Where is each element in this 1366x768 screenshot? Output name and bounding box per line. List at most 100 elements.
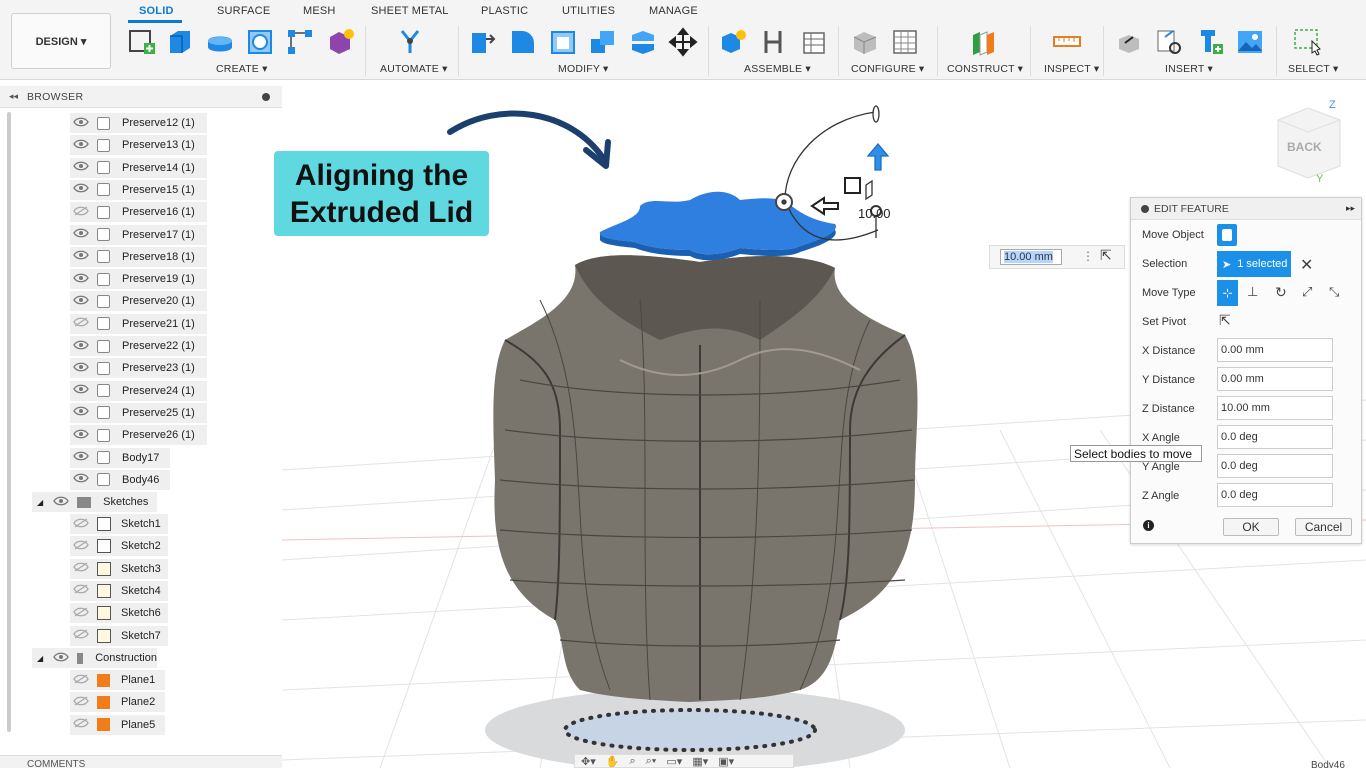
- tab-solid[interactable]: SOLID: [139, 5, 174, 17]
- visibility-eye-icon[interactable]: [73, 273, 97, 286]
- insert-mcmaster-icon[interactable]: [1195, 27, 1225, 57]
- visibility-eye-icon[interactable]: [53, 652, 77, 665]
- more-options-icon[interactable]: ⋮: [1082, 249, 1094, 263]
- collapse-browser-icon[interactable]: ◂◂: [9, 91, 18, 102]
- visibility-hidden-icon[interactable]: [73, 517, 97, 531]
- tab-surface[interactable]: SURFACE: [217, 5, 270, 17]
- vase-body[interactable]: [493, 255, 918, 702]
- browser-sketch-item[interactable]: Sketch6: [70, 603, 168, 624]
- translate-icon[interactable]: ⊥: [1247, 284, 1258, 300]
- browser-folder-construction[interactable]: ◢ Construction: [32, 648, 157, 668]
- modify-menu[interactable]: MODIFY ▾: [558, 63, 608, 75]
- visibility-eye-icon[interactable]: [73, 250, 97, 263]
- browser-body-item[interactable]: Preserve26 (1): [70, 425, 207, 446]
- offset-plane-icon[interactable]: [968, 27, 998, 57]
- view-cube[interactable]: BACK Z Y: [1277, 99, 1341, 185]
- visibility-hidden-icon[interactable]: [73, 206, 97, 219]
- point-to-point-icon[interactable]: ⤢: [1302, 284, 1312, 300]
- field-input[interactable]: 0.0 deg: [1217, 483, 1333, 507]
- clear-selection-icon[interactable]: ✕: [1300, 255, 1313, 275]
- browser-pin-icon[interactable]: [262, 92, 270, 101]
- browser-body-item[interactable]: Preserve14 (1): [70, 157, 207, 178]
- fillet-icon[interactable]: [508, 27, 538, 57]
- extrude-icon[interactable]: [165, 27, 195, 57]
- combine-icon[interactable]: [588, 27, 618, 57]
- browser-plane-item[interactable]: Plane2: [70, 692, 165, 713]
- measure-icon[interactable]: [1052, 27, 1082, 57]
- expand-panel-icon[interactable]: ▸▸: [1346, 203, 1355, 214]
- visibility-hidden-icon[interactable]: [73, 584, 97, 597]
- create-menu[interactable]: CREATE ▾: [216, 63, 268, 75]
- visibility-hidden-icon[interactable]: [73, 673, 97, 687]
- visibility-hidden-icon[interactable]: [73, 718, 97, 731]
- expand-triangle-icon[interactable]: ◢: [37, 654, 43, 663]
- move-copy-icon[interactable]: [668, 27, 698, 57]
- shell-icon[interactable]: [548, 27, 578, 57]
- joint-icon[interactable]: [758, 27, 788, 57]
- browser-folder-sketches[interactable]: ◢ Sketches: [32, 492, 157, 512]
- tab-plastic[interactable]: PLASTIC: [481, 5, 528, 17]
- insert-link-icon[interactable]: [1155, 27, 1185, 57]
- revolve-icon[interactable]: [205, 27, 235, 57]
- visibility-hidden-icon[interactable]: [73, 317, 97, 330]
- visibility-hidden-icon[interactable]: [73, 540, 97, 553]
- rectangular-pattern-icon[interactable]: [285, 27, 315, 57]
- viewports-icon[interactable]: ▣▾: [718, 755, 734, 768]
- visibility-eye-icon[interactable]: [73, 451, 97, 464]
- press-pull-icon[interactable]: [468, 27, 498, 57]
- browser-sketch-item[interactable]: Sketch2: [70, 536, 168, 557]
- field-input[interactable]: 0.0 deg: [1217, 425, 1333, 449]
- tables-icon[interactable]: [798, 27, 828, 57]
- tab-utilities[interactable]: UTILITIES: [562, 5, 615, 17]
- visibility-eye-icon[interactable]: [73, 295, 97, 308]
- browser-body-item[interactable]: Preserve12 (1): [70, 113, 207, 133]
- fit-icon[interactable]: ⌕▾: [646, 755, 657, 768]
- select-menu[interactable]: SELECT ▾: [1288, 63, 1338, 75]
- split-body-icon[interactable]: [628, 27, 658, 57]
- inspect-menu[interactable]: INSPECT ▾: [1044, 63, 1099, 75]
- visibility-eye-icon[interactable]: [53, 496, 77, 509]
- pivot-icon[interactable]: ⇱: [1100, 247, 1112, 264]
- comments-panel[interactable]: COMMENTS: [0, 755, 282, 768]
- new-component-icon[interactable]: [718, 27, 748, 57]
- visibility-eye-icon[interactable]: [73, 183, 97, 196]
- browser-body-item[interactable]: Preserve25 (1): [70, 402, 207, 423]
- browser-sketch-item[interactable]: Sketch1: [70, 514, 168, 534]
- insert-menu[interactable]: INSERT ▾: [1165, 63, 1213, 75]
- configure-menu[interactable]: CONFIGURE ▾: [851, 63, 924, 75]
- visibility-eye-icon[interactable]: [73, 406, 97, 419]
- browser-scrollbar[interactable]: [7, 112, 11, 732]
- browser-plane-item[interactable]: Plane5: [70, 714, 165, 735]
- browser-body-item[interactable]: Preserve13 (1): [70, 135, 207, 156]
- move-object-body-button[interactable]: [1217, 224, 1237, 246]
- visibility-hidden-icon[interactable]: [73, 696, 97, 709]
- automate-menu[interactable]: AUTOMATE ▾: [380, 63, 448, 75]
- browser-body-item[interactable]: Preserve24 (1): [70, 380, 207, 401]
- display-settings-icon[interactable]: ▭▾: [666, 755, 682, 768]
- orbit-icon[interactable]: ✥▾: [581, 755, 596, 768]
- browser-body-item[interactable]: Preserve15 (1): [70, 179, 207, 200]
- ok-button[interactable]: OK: [1223, 518, 1279, 536]
- point-to-position-icon[interactable]: ⤡: [1329, 284, 1339, 300]
- field-input[interactable]: 0.00 mm: [1217, 367, 1333, 391]
- set-pivot-icon[interactable]: ⇱: [1219, 312, 1231, 329]
- visibility-eye-icon[interactable]: [73, 340, 97, 353]
- browser-plane-item[interactable]: Plane1: [70, 670, 165, 690]
- construct-menu[interactable]: CONSTRUCT ▾: [947, 63, 1023, 75]
- selection-button[interactable]: ➤ 1 selected: [1217, 251, 1291, 277]
- rotate-icon[interactable]: ↻: [1275, 284, 1287, 301]
- create-sketch-icon[interactable]: [127, 27, 157, 57]
- browser-body-item[interactable]: Body46: [70, 469, 170, 490]
- configure-table-icon[interactable]: [890, 27, 920, 57]
- grid-settings-icon[interactable]: ▦▾: [692, 755, 708, 768]
- browser-sketch-item[interactable]: Sketch7: [70, 625, 168, 646]
- visibility-eye-icon[interactable]: [73, 384, 97, 397]
- browser-body-item[interactable]: Preserve21 (1): [70, 313, 207, 334]
- automate-icon[interactable]: [395, 27, 425, 57]
- browser-body-item[interactable]: Preserve22 (1): [70, 336, 207, 356]
- visibility-eye-icon[interactable]: [73, 429, 97, 442]
- zoom-icon[interactable]: ⌕: [629, 755, 635, 768]
- tab-sheet-metal[interactable]: SHEET METAL: [371, 5, 449, 17]
- field-input[interactable]: 0.00 mm: [1217, 338, 1333, 362]
- expand-triangle-icon[interactable]: ◢: [37, 498, 43, 507]
